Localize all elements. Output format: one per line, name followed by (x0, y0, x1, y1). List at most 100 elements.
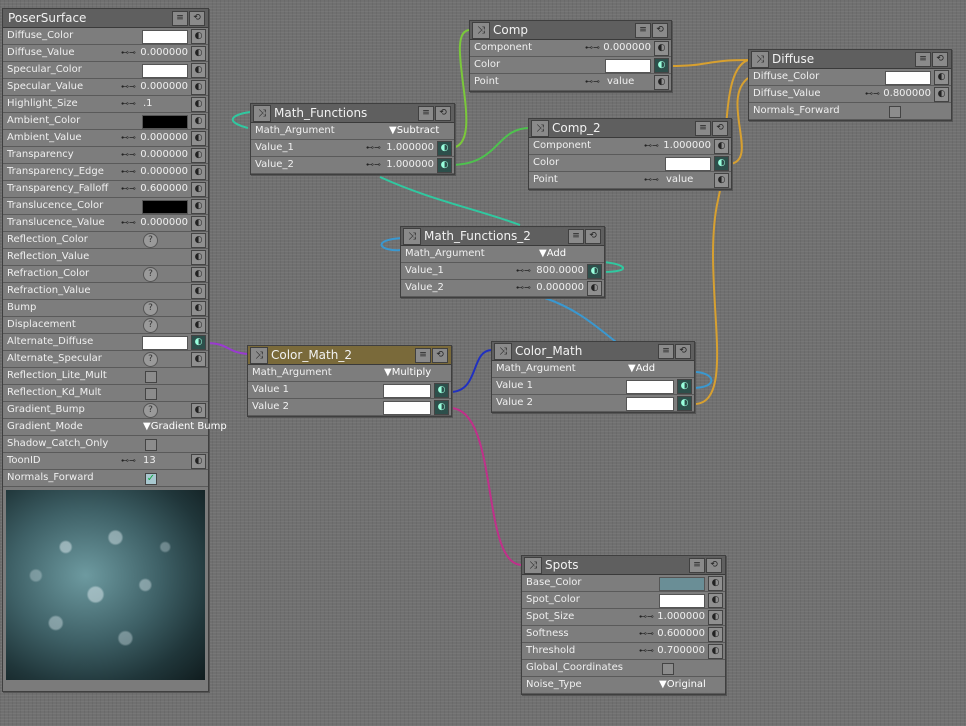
plug-icon[interactable]: ◐ (434, 383, 449, 398)
preview-toggle-icon[interactable]: ⟲ (435, 106, 451, 121)
color-swatch[interactable] (659, 594, 705, 608)
node-header[interactable]: ⤨ Math_Functions ≡ ⟲ (251, 104, 454, 123)
checkbox[interactable] (889, 106, 901, 118)
plug-icon[interactable]: ◐ (191, 352, 206, 367)
color-swatch[interactable] (383, 384, 431, 398)
row-transparency-edge[interactable]: Transparency_Edge ⊷⊸ 0.000000 ◐ (3, 164, 208, 181)
row-gradient-bump[interactable]: Gradient_Bump? ◐ (3, 402, 208, 419)
math-functions-2-node[interactable]: ⤨ Math_Functions_2 ≡ ⟲ Math_Argument ▼Add … (400, 226, 605, 298)
plug-icon[interactable]: ◐ (714, 173, 729, 188)
row-math-argument[interactable]: Math_Argument ▼Add (492, 361, 694, 378)
row-alternate-diffuse[interactable]: Alternate_Diffuse ◐ (3, 334, 208, 351)
comp2-node[interactable]: ⤨ Comp_2 ≡ ⟲ Component ⊷⊸ 1.000000 ◐ Color ◐ … (528, 118, 732, 190)
plug-icon[interactable]: ◐ (714, 156, 729, 171)
plug-icon[interactable]: ◐ (654, 75, 669, 90)
plug-icon[interactable]: ◐ (191, 165, 206, 180)
checkbox-checked[interactable]: ✓ (145, 473, 157, 485)
value-field[interactable]: value (607, 76, 634, 87)
plug-icon[interactable]: ◐ (708, 610, 723, 625)
plug-icon[interactable]: ◐ (191, 318, 206, 333)
row-spot-color[interactable]: Spot_Color ◐ (522, 592, 725, 609)
help-icon[interactable]: ? (143, 233, 158, 248)
color-swatch[interactable] (626, 397, 674, 411)
row-value-1[interactable]: Value 1 ◐ (248, 382, 451, 399)
value-field[interactable]: 0.700000 (657, 645, 705, 656)
row-base-color[interactable]: Base_Color ◐ (522, 575, 725, 592)
node-type-icon[interactable]: ⤨ (253, 105, 271, 122)
plug-icon[interactable]: ◐ (191, 63, 206, 78)
row-component[interactable]: Component ⊷⊸ 0.000000 ◐ (470, 40, 671, 57)
value-field[interactable]: 1.000000 (663, 140, 711, 151)
plug-icon[interactable]: ◐ (191, 199, 206, 214)
diffuse-node[interactable]: ⤨ Diffuse ≡ ⟲ Diffuse_Color ◐ Diffuse_Valu… (748, 49, 952, 121)
plug-icon[interactable]: ◐ (191, 335, 206, 350)
row-transparency-falloff[interactable]: Transparency_Falloff ⊷⊸ 0.600000 ◐ (3, 181, 208, 198)
color-swatch[interactable] (142, 115, 188, 129)
row-refraction-color[interactable]: Refraction_Color? ◐ (3, 266, 208, 283)
row-value-2[interactable]: Value_2 ⊷⊸ 1.000000 ◐ (251, 157, 454, 174)
color-swatch[interactable] (665, 157, 711, 171)
row-threshold[interactable]: Threshold ⊷⊸ 0.700000 ◐ (522, 643, 725, 660)
row-normals-forward[interactable]: Normals_Forward (749, 103, 951, 120)
plug-icon[interactable]: ◐ (191, 80, 206, 95)
row-translucence-value[interactable]: Translucence_Value ⊷⊸ 0.000000 ◐ (3, 215, 208, 232)
preview-toggle-icon[interactable]: ⟲ (712, 121, 728, 136)
value-field[interactable]: 0.600000 (140, 183, 188, 194)
row-bump[interactable]: Bump? ◐ (3, 300, 208, 317)
math-argument-dropdown[interactable]: ▼Add (628, 363, 655, 374)
plug-icon[interactable]: ◐ (191, 46, 206, 61)
plug-icon[interactable]: ◐ (191, 216, 206, 231)
plug-icon[interactable]: ◐ (191, 114, 206, 129)
node-header[interactable]: ⤨ Comp_2 ≡ ⟲ (529, 119, 731, 138)
plug-icon[interactable]: ◐ (191, 250, 206, 265)
checkbox[interactable] (145, 371, 157, 383)
plug-icon[interactable]: ◐ (708, 627, 723, 642)
row-toon-id[interactable]: ToonID ⊷⊸ 13 ◐ (3, 453, 208, 470)
value-field[interactable]: 1.000000 (386, 159, 434, 170)
math-functions-node[interactable]: ⤨ Math_Functions ≡ ⟲ Math_Argument ▼Subtra… (250, 103, 455, 175)
plug-icon[interactable]: ◐ (191, 29, 206, 44)
value-field[interactable]: 13 (143, 455, 156, 466)
row-specular-color[interactable]: Specular_Color ◐ (3, 62, 208, 79)
math-argument-dropdown[interactable]: ▼Subtract (389, 125, 439, 136)
plug-icon[interactable]: ◐ (191, 97, 206, 112)
color-math-2-node[interactable]: ⤨ Color_Math_2 ≡ ⟲ Math_Argument ▼Multiply… (247, 345, 452, 417)
node-type-icon[interactable]: ⤨ (751, 51, 769, 68)
plug-icon[interactable]: ◐ (437, 158, 452, 173)
checkbox[interactable] (145, 439, 157, 451)
plug-icon[interactable]: ◐ (587, 281, 602, 296)
row-diffuse-value[interactable]: Diffuse_Value ⊷⊸ 0.000000 ◐ (3, 45, 208, 62)
math-argument-dropdown[interactable]: ▼Add (539, 248, 566, 259)
row-value-1[interactable]: Value_1 ⊷⊸ 800.0000 ◐ (401, 263, 604, 280)
row-reflection-lite-mult[interactable]: Reflection_Lite_Mult (3, 368, 208, 385)
row-point[interactable]: Point ⊷⊸ value ◐ (529, 172, 731, 189)
options-icon[interactable]: ≡ (689, 558, 705, 573)
row-ambient-value[interactable]: Ambient_Value ⊷⊸ 0.000000 ◐ (3, 130, 208, 147)
plug-icon[interactable]: ◐ (714, 139, 729, 154)
node-type-icon[interactable]: ⤨ (403, 228, 421, 245)
color-swatch[interactable] (383, 401, 431, 415)
row-color[interactable]: Color ◐ (470, 57, 671, 74)
color-swatch[interactable] (626, 380, 674, 394)
row-highlight-size[interactable]: Highlight_Size ⊷⊸ .1 ◐ (3, 96, 208, 113)
options-icon[interactable]: ≡ (415, 348, 431, 363)
options-icon[interactable]: ≡ (418, 106, 434, 121)
value-field[interactable]: 1.000000 (386, 142, 434, 153)
plug-icon[interactable]: ◐ (654, 41, 669, 56)
options-icon[interactable]: ≡ (568, 229, 584, 244)
node-type-icon[interactable]: ⤨ (531, 120, 549, 137)
row-normals-forward[interactable]: Normals_Forward ✓ (3, 470, 208, 487)
color-swatch[interactable] (659, 577, 705, 591)
plug-icon[interactable]: ◐ (191, 301, 206, 316)
plug-icon[interactable]: ◐ (191, 403, 206, 418)
math-argument-dropdown[interactable]: ▼Multiply (384, 367, 431, 378)
row-reflection-value[interactable]: Reflection_Value ◐ (3, 249, 208, 266)
node-header[interactable]: ⤨ Comp ≡ ⟲ (470, 21, 671, 40)
options-icon[interactable]: ≡ (635, 23, 651, 38)
preview-toggle-icon[interactable]: ⟲ (706, 558, 722, 573)
color-swatch[interactable] (142, 30, 188, 44)
node-type-icon[interactable]: ⤨ (472, 22, 490, 39)
noise-type-dropdown[interactable]: ▼Original (659, 679, 706, 690)
gradient-mode-dropdown[interactable]: ▼Gradient Bump (143, 421, 227, 432)
plug-icon[interactable]: ◐ (191, 148, 206, 163)
